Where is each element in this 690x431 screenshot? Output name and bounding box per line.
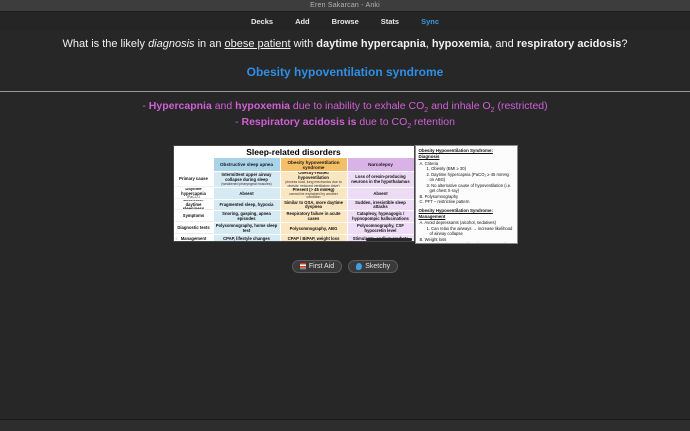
table-cell: Sudden, irresistible sleep attacks <box>347 200 414 211</box>
sleep-disorders-table-image: Sleep-related disorders Obstructive slee… <box>172 145 415 243</box>
question-seg: with <box>290 38 317 50</box>
menu-decks[interactable]: Decks <box>247 15 277 28</box>
question-seg: ? <box>621 38 628 50</box>
question-answer-divider <box>0 90 690 92</box>
sleep-table-corner <box>174 158 213 172</box>
question-seg-italic: diagnosis <box>148 38 195 50</box>
outline-line: 2. Daytime hypercapnia (PaCO₂ ≥ 45 mmHg … <box>426 171 509 183</box>
first-aid-tag-label: First Aid <box>308 263 335 271</box>
menu-stats[interactable]: Stats <box>377 15 403 28</box>
table-credit-right <box>365 237 412 241</box>
table-cell: Polysomnography, home sleep test <box>213 223 280 235</box>
diagnosis-section-title: Obesity Hypoventilation Syndrome: Diagno… <box>418 148 493 160</box>
menu-add[interactable]: Add <box>291 15 314 28</box>
card-tags-row: First Aid Sketchy <box>0 260 690 274</box>
card-review-area: What is the likely diagnosis in an obese… <box>0 38 690 274</box>
card-answer: Obesity hypoventilation syndrome <box>246 64 444 79</box>
explanation-line-2: - Respiratory acidosis is due to CO2 ret… <box>235 115 455 130</box>
outline-line: C. PFT – restrictive pattern <box>419 199 470 205</box>
question-seg-bold: respiratory acidosis <box>516 38 622 50</box>
question-seg-underline: obese patient <box>224 38 291 50</box>
table-cell: Polysomnography, CSF hypocretin level <box>347 223 414 235</box>
col-header-osa: Obstructive sleep apnea <box>213 158 280 172</box>
menu-browse[interactable]: Browse <box>328 15 363 28</box>
row-label: Excessive daytime sleepiness <box>174 200 213 211</box>
sketchy-tag-button[interactable]: Sketchy <box>348 260 399 274</box>
explanation-line-1: - Hypercapnia and hypoxemia due to inabi… <box>142 99 548 114</box>
table-cell: Similar to OSA, more daytime dyspnea <box>280 200 347 211</box>
question-seg: , and <box>489 38 517 50</box>
window-titlebar: Eren Sakarcan - Anki <box>0 0 690 12</box>
table-cell: Cataplexy, hypnagogic / hypnopompic hall… <box>347 211 414 223</box>
card-question: What is the likely diagnosis in an obese… <box>0 38 690 52</box>
question-seg-bold: daytime hypercapnia <box>316 38 426 50</box>
table-cell: Absent <box>213 188 280 200</box>
table-cell: Fragmented sleep, hypoxia <box>213 200 280 211</box>
card-explanation-notes: - Hypercapnia and hypoxemia due to inabi… <box>0 100 690 132</box>
col-header-ohs: Obesity hypoventilation syndrome <box>280 158 347 172</box>
table-cell: Respiratory failure in acute cases <box>280 211 347 223</box>
anki-bottom-toolbar <box>0 419 690 431</box>
table-credit-left: © <box>175 237 178 241</box>
col-header-narcolepsy: Narcolepsy <box>347 158 414 172</box>
ohs-outline-notes-image: Obesity Hypoventilation Syndrome: Diagno… <box>414 145 518 245</box>
sleep-table-footer: © <box>174 237 414 241</box>
question-seg-bold: hypoxemia <box>431 38 490 50</box>
anki-menubar: Decks Add Browse Stats Sync <box>0 12 690 30</box>
outline-line: 3. No alternative cause of hypoventilati… <box>426 182 512 194</box>
table-cell: Snoring, gasping, apnea episodes <box>213 211 280 223</box>
table-cell: Loss of orexin-producing neurons in the … <box>347 172 414 188</box>
table-cell: Intermittent upper airway collapse durin… <box>213 172 280 188</box>
card-images-row: Sleep-related disorders Obstructive slee… <box>0 145 690 245</box>
question-seg: What is the likely <box>62 38 149 50</box>
sketchy-tag-label: Sketchy <box>365 263 391 271</box>
sleep-table-grid: Obstructive sleep apnea Obesity hypovent… <box>174 158 414 242</box>
question-seg: in an <box>194 38 225 50</box>
sleep-table-title: Sleep-related disorders <box>246 147 341 158</box>
first-aid-book-icon <box>299 263 306 271</box>
management-section-title: Obesity Hypoventilation Syndrome: Manage… <box>418 207 493 219</box>
table-cell: Present (> 45 mmHg) cannot be explained b… <box>280 188 347 200</box>
menu-sync[interactable]: Sync <box>417 15 443 28</box>
row-label: Daytime hypercapnia(PaCO₂) <box>174 188 213 200</box>
outline-line: C. CPAP (continuous positive airway pres… <box>419 242 514 243</box>
sketchy-drop-icon <box>356 263 363 271</box>
first-aid-tag-button[interactable]: First Aid <box>291 260 343 274</box>
table-cell: Absent <box>347 188 414 200</box>
row-label: Diagnostic tests <box>174 223 213 235</box>
row-label: Symptoms <box>174 211 213 223</box>
row-label: Primary cause <box>174 172 213 188</box>
outline-line: 1. Can relax the airways → increase like… <box>426 225 513 237</box>
window-title: Eren Sakarcan - Anki <box>310 2 380 9</box>
table-cell: Obesity-related hypoventilation (excess l… <box>280 172 347 188</box>
table-cell: Polysomnography, ABG <box>280 223 347 235</box>
